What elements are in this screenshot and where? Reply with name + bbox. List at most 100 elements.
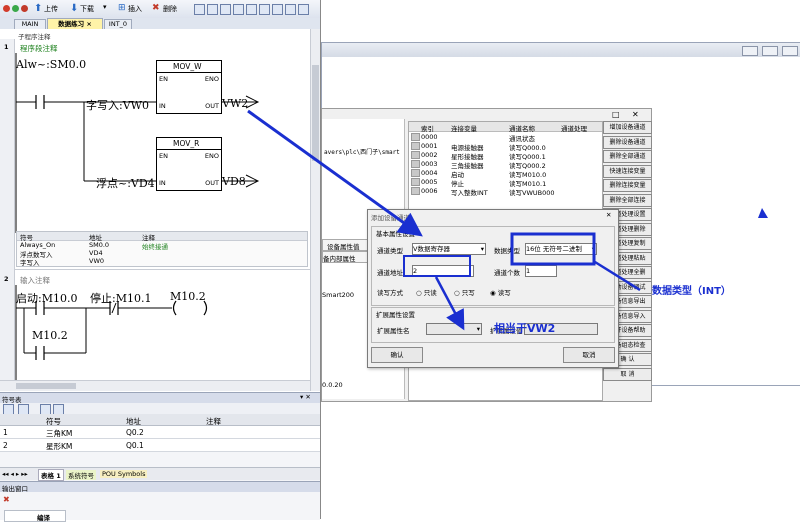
table-row[interactable]: 0003 三角接触器 读写Q000.2	[409, 159, 602, 170]
tool-icon-8[interactable]	[285, 4, 296, 15]
network2-stop-contact[interactable]: 停止:M10.1	[90, 290, 151, 306]
tab-data-practice[interactable]: 数据练习 ×	[47, 18, 103, 29]
channel-type-select[interactable]: V数据寄存器 ▾	[412, 243, 486, 255]
insert-icon[interactable]: ⊞	[118, 3, 126, 13]
minimize-icon[interactable]	[742, 46, 758, 56]
hscroll-thumb[interactable]	[16, 383, 76, 389]
table-row[interactable]: 0006 写入整数INT 读写VWUB000	[409, 186, 602, 197]
side-tab-props[interactable]: 设备属性值	[322, 239, 369, 251]
channel-addr-input[interactable]: 2	[412, 265, 474, 277]
sym-row1-address: SM0.0	[89, 241, 110, 249]
close-icon[interactable]	[782, 46, 798, 56]
config-button[interactable]: 删除设备通道	[603, 135, 652, 149]
config-button[interactable]: 快速连接变量	[603, 164, 652, 178]
clear-output-icon[interactable]: ✖	[3, 495, 10, 504]
scrollbar-thumb[interactable]	[312, 65, 319, 161]
sym-row2-address: VD4	[89, 249, 103, 257]
table-row[interactable]: 0002 星形接触器 读写Q000.1	[409, 150, 602, 161]
mov-r-block[interactable]: MOV_R EN ENO IN OUT	[156, 137, 222, 191]
table-row[interactable]: 2 星形KM Q0.1	[0, 439, 320, 452]
tab-int0-label: INT_0	[108, 20, 128, 28]
side-tab-internal[interactable]: 备内部属性	[322, 251, 369, 263]
editor-hscrollbar[interactable]	[0, 380, 310, 391]
data-type-select[interactable]: 16位 无符号二进制 ▾	[525, 243, 597, 255]
rw-writeonly-label: 只写	[461, 289, 475, 297]
delete-icon[interactable]: ✖	[152, 3, 160, 13]
config-button[interactable]: 删除全部连接	[603, 193, 652, 207]
tool-icon-4[interactable]	[233, 4, 244, 15]
tab-data-practice-label: 数据练习	[58, 20, 85, 28]
config-button[interactable]: 删除连接变量	[603, 179, 652, 192]
config-close-icon[interactable]: ✕	[632, 110, 639, 119]
tool-icon-6[interactable]	[259, 4, 270, 15]
build-label: 编译	[37, 514, 50, 522]
tool-icon-3[interactable]	[220, 4, 231, 15]
config-minimize-icon[interactable]: □	[612, 110, 620, 119]
rw-readonly-radio[interactable]: ○ 只读	[416, 287, 437, 297]
mcgs-titlebar	[322, 43, 800, 57]
network2-start-contact[interactable]: 启动:M10.0	[16, 290, 77, 306]
sheet-nav-icon[interactable]: ◂◂ ◂ ▸ ▸▸	[2, 470, 28, 478]
config-button[interactable]: 取 消	[603, 367, 652, 381]
run-dot-icon[interactable]	[12, 5, 19, 12]
row-symbol: 星形KM	[46, 442, 73, 451]
table-row[interactable]: 0001 电源接触器 读写Q000.0	[409, 141, 602, 152]
network2-hold-contact[interactable]: M10.2	[32, 329, 68, 342]
mov-r-in-operand[interactable]: 浮点~:VD4	[96, 175, 155, 191]
channel-row-icon	[411, 160, 420, 168]
upload-icon[interactable]: ⬆	[34, 3, 42, 14]
stop-dot-icon[interactable]	[21, 5, 28, 12]
ext-name-select[interactable]: ▾	[426, 323, 482, 335]
download-button[interactable]: 下载	[80, 3, 94, 15]
mov-w-in-operand[interactable]: 字写入:VW0	[86, 97, 149, 113]
tool-icon-1[interactable]	[194, 4, 205, 15]
channel-row-icon	[411, 142, 420, 150]
network2-coil[interactable]: M10.2	[170, 290, 206, 303]
network1-contact-label[interactable]: Alw~:SM0.0	[16, 58, 86, 71]
insert-button[interactable]: 插入	[128, 3, 142, 15]
channel-count-label: 通道个数	[494, 269, 520, 277]
tool-icon-9[interactable]	[298, 4, 309, 15]
tool-icon-2[interactable]	[207, 4, 218, 15]
sheet-tab-table1[interactable]: 表格 1	[38, 469, 64, 481]
side-tab-internal-label: 备内部属性	[323, 255, 356, 263]
table-row[interactable]: 0004 启动 读写M010.0	[409, 168, 602, 179]
tool-icon-7[interactable]	[272, 4, 283, 15]
dialog-cancel-button[interactable]: 取消	[563, 347, 615, 363]
output-build-tab[interactable]: 编译	[4, 510, 66, 522]
config-button[interactable]: 增加设备通道	[603, 121, 652, 134]
dialog-close-icon[interactable]: ✕	[606, 211, 611, 219]
channel-count-input[interactable]: 1	[525, 265, 557, 277]
download-icon[interactable]: ⬇	[70, 3, 78, 14]
symbol-table-panel: 符号表 ▾ ✕ 符号 地址 注释 1 三角KM Q0.2 2 星形KM Q0.1…	[0, 392, 320, 481]
editor-vscrollbar[interactable]	[310, 29, 320, 391]
rw-writeonly-radio[interactable]: ○ 只写	[454, 287, 475, 297]
mov-w-out-operand[interactable]: VW2	[222, 97, 248, 110]
mov-r-name: MOV_R	[173, 139, 200, 148]
cancel-label: 取消	[582, 351, 596, 359]
channel-row-icon	[411, 187, 420, 195]
sheet-tab-pou[interactable]: POU Symbols	[100, 470, 148, 478]
upload-button[interactable]: 上传	[44, 3, 58, 15]
sheet-tab-system[interactable]: 系统符号	[66, 470, 96, 480]
rw-readwrite-radio[interactable]: ◉ 读写	[490, 287, 511, 297]
maximize-icon[interactable]	[762, 46, 778, 56]
panel-close-icon[interactable]: ▾ ✕	[300, 393, 311, 401]
mov-r-out-operand[interactable]: VD8	[222, 175, 246, 188]
tool-icon-5[interactable]	[246, 4, 257, 15]
basic-group-title: 基本属性设置	[376, 230, 415, 238]
channel-row-icon	[411, 178, 420, 186]
mov-w-block[interactable]: MOV_W EN ENO IN OUT	[156, 60, 222, 114]
mov-w-en: EN	[159, 75, 168, 83]
config-button[interactable]: 删除全部通道	[603, 150, 652, 163]
tab-close-icon[interactable]: ×	[86, 20, 91, 28]
dropdown-arrow-icon[interactable]: ▾	[103, 3, 107, 11]
table-row[interactable]: 1 三角KM Q0.2	[0, 426, 320, 439]
table-row[interactable]: 0005 停止 读写M010.1	[409, 177, 602, 188]
table-row[interactable]: 0000 通讯状态	[409, 132, 602, 143]
driver-path: avers\plc\西门子\smart	[324, 149, 400, 156]
delete-button[interactable]: 删除	[163, 3, 177, 15]
close-dot-icon[interactable]	[3, 5, 10, 12]
subroutine-comment[interactable]: 子程序注释	[18, 31, 51, 41]
dialog-ok-button[interactable]: 确认	[371, 347, 423, 363]
